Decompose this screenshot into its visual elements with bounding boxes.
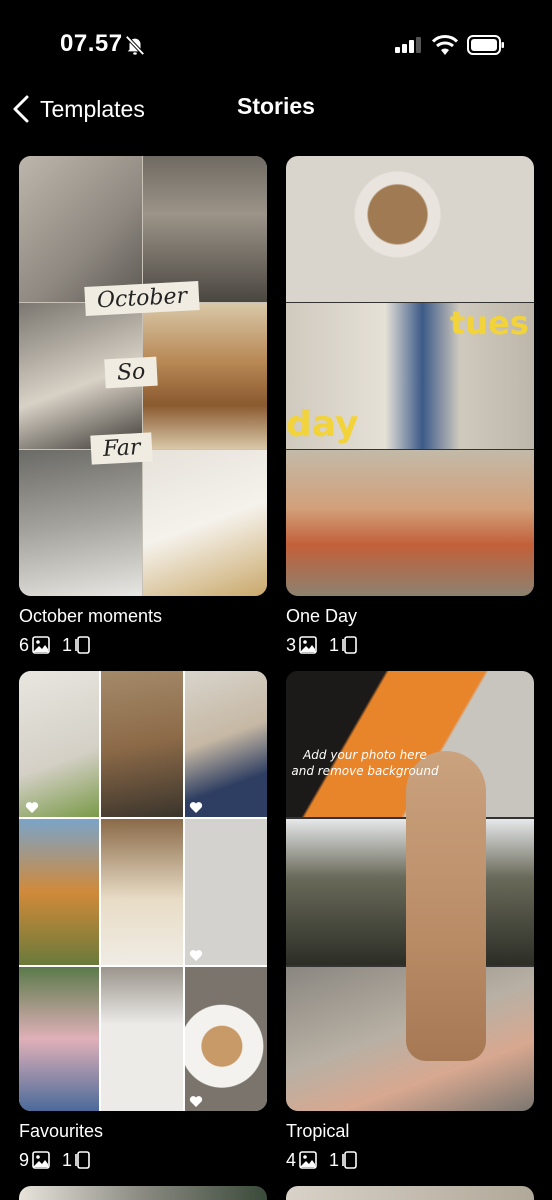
photo-model-cutout	[406, 751, 486, 1061]
photo-letter-tiles	[185, 819, 267, 965]
page-count: 1	[62, 634, 73, 655]
template-card-tropical[interactable]: Add your photo here and remove backgroun…	[286, 671, 534, 1171]
page-count: 1	[329, 634, 340, 655]
photo-book	[101, 967, 183, 1111]
template-preview[interactable]: October So Far	[19, 156, 267, 596]
template-card-one-day[interactable]: tues day One Day 3 1	[286, 156, 534, 656]
template-card-october[interactable]: October So Far October moments 6 1	[19, 156, 267, 656]
card-title: Tropical	[286, 1121, 350, 1141]
bell-slash-icon	[125, 35, 145, 56]
photo-count: 9	[19, 1149, 30, 1170]
page-icon	[75, 1151, 90, 1169]
heart-icon	[25, 802, 39, 813]
photo-count: 3	[286, 634, 297, 655]
photo-window-girl	[185, 671, 267, 817]
page-icon	[342, 636, 357, 654]
photo-street	[19, 156, 142, 302]
photo-icon	[299, 636, 317, 654]
heart-icon	[189, 950, 203, 961]
template-card-next-left[interactable]	[19, 1186, 267, 1200]
card-counts: 9 1	[19, 1149, 267, 1171]
sticker-october: October	[84, 281, 200, 316]
photo-matcha	[19, 671, 99, 817]
template-card-favourites[interactable]: Favourites 9 1	[19, 671, 267, 1171]
sticker-far: Far	[90, 432, 154, 465]
photo-icon	[32, 1151, 50, 1169]
photo-leaves	[101, 671, 183, 817]
photo-coffee	[143, 450, 267, 596]
photo-count: 6	[19, 634, 30, 655]
page-icon	[342, 1151, 357, 1169]
photo-coffee-cup	[286, 156, 534, 302]
battery-icon	[467, 35, 504, 55]
page-title: Stories	[237, 93, 315, 119]
card-counts: 6 1	[19, 634, 267, 656]
card-title: October moments	[19, 606, 163, 626]
photo-autumn-tree	[19, 819, 99, 965]
text-day: day	[286, 404, 359, 445]
status-time: 07.57	[60, 30, 123, 57]
sticker-so: So	[104, 356, 159, 389]
photo-icon	[32, 636, 50, 654]
photo-pastries	[143, 303, 267, 449]
photo-cosy-girl	[101, 819, 183, 965]
page-count: 1	[62, 1149, 73, 1170]
wifi-icon	[432, 35, 458, 55]
photo-city	[143, 156, 267, 302]
placeholder-hint: Add your photo here and remove backgroun…	[291, 748, 439, 778]
photo-count: 4	[286, 1149, 297, 1170]
photo-friends	[19, 967, 99, 1111]
photo-bag	[19, 450, 142, 596]
photo-croissant	[185, 967, 267, 1111]
template-card-next-right[interactable]	[286, 1186, 534, 1200]
page-icon	[75, 636, 90, 654]
photo-icon	[299, 1151, 317, 1169]
template-preview[interactable]	[19, 671, 267, 1111]
heart-icon	[189, 802, 203, 813]
card-counts: 3 1	[286, 634, 534, 656]
card-title: One Day	[286, 606, 358, 626]
signal-icon	[395, 37, 421, 53]
card-title: Favourites	[19, 1121, 104, 1141]
template-preview[interactable]: tues day	[286, 156, 534, 596]
heart-icon	[189, 1096, 203, 1107]
photo-cafe-chairs	[286, 450, 534, 596]
template-preview[interactable]: Add your photo here and remove backgroun…	[286, 671, 534, 1111]
status-bar: 07.57	[0, 0, 552, 80]
page-count: 1	[329, 1149, 340, 1170]
card-counts: 4 1	[286, 1149, 534, 1171]
text-tues: tues	[450, 304, 529, 342]
